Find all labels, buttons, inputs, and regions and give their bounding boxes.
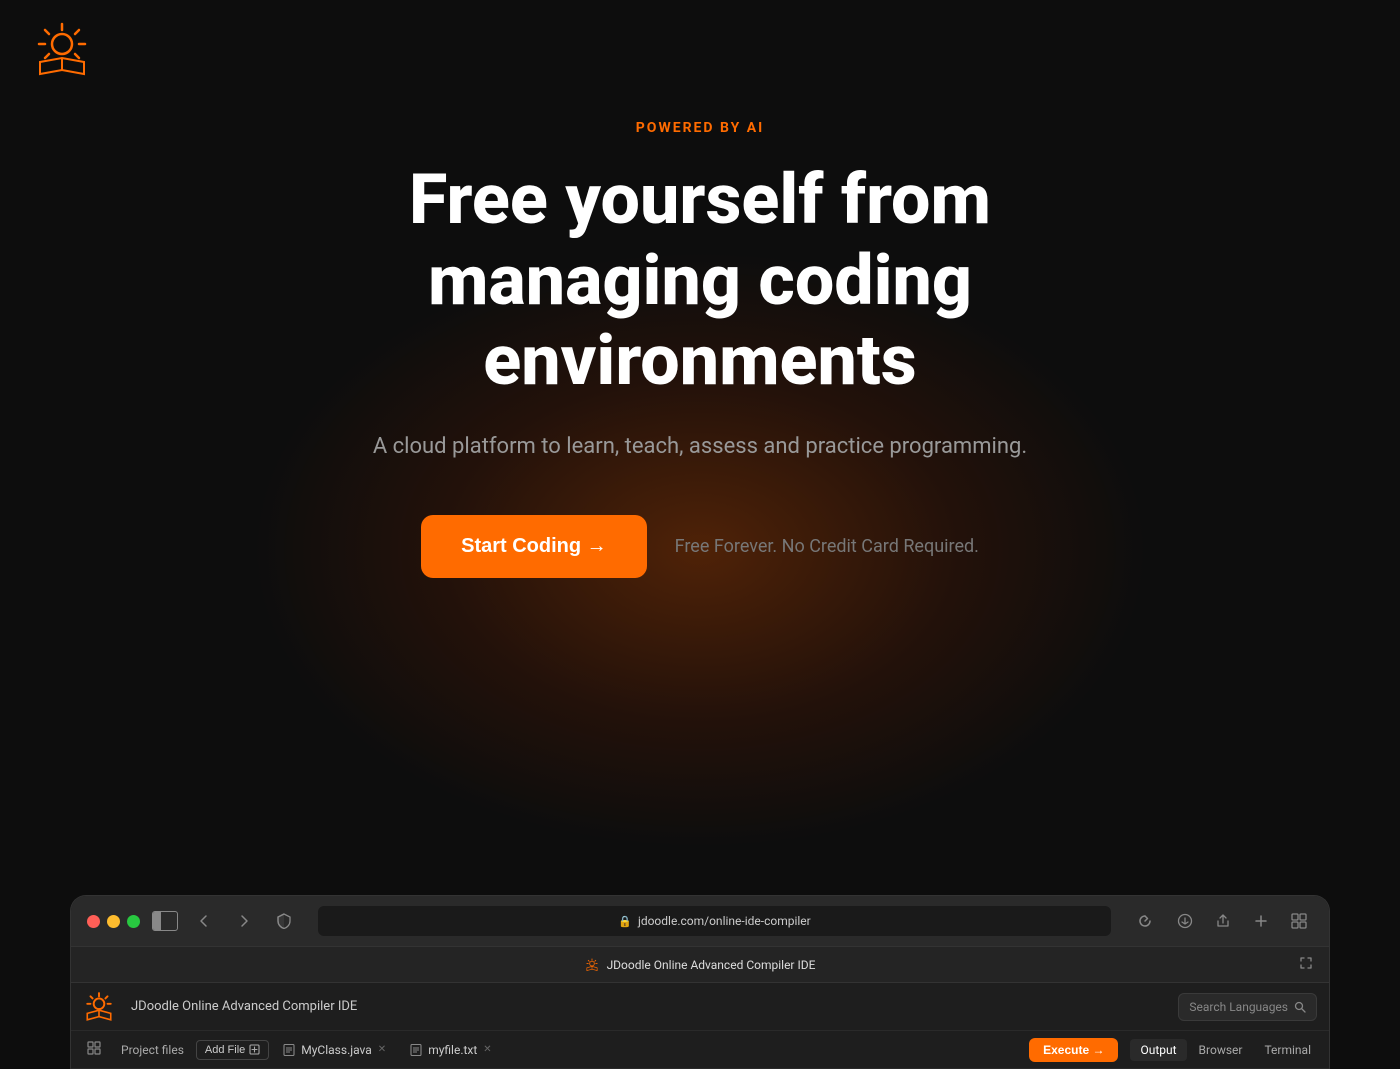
app-logo-small (83, 991, 115, 1023)
jdoodle-logo-icon (32, 20, 92, 80)
browser-tab-bar: JDoodle Online Advanced Compiler IDE (71, 947, 1329, 983)
sidebar-toggle-icon[interactable] (152, 911, 178, 931)
new-tab-icon[interactable] (1247, 907, 1275, 935)
free-forever-text: Free Forever. No Credit Card Required. (675, 536, 979, 557)
minimize-traffic-light[interactable] (107, 915, 120, 928)
layout-grid-icon[interactable] (79, 1037, 109, 1063)
hero-cta-row: Start Coding → Free Forever. No Credit C… (421, 515, 979, 578)
search-languages-input[interactable]: Search Languages (1178, 993, 1317, 1021)
output-tab-terminal[interactable]: Terminal (1254, 1039, 1321, 1061)
lock-icon: 🔒 (618, 915, 632, 928)
powered-by-label: POWERED BY AI (636, 120, 764, 136)
traffic-lights (87, 915, 140, 928)
start-coding-button[interactable]: Start Coding → (421, 515, 647, 578)
file-tab-myclassjava[interactable]: MyClass.java ✕ (273, 1039, 396, 1061)
browser-chrome-bar: 🔒 jdoodle.com/online-ide-compiler (71, 896, 1329, 947)
download-icon[interactable] (1171, 907, 1199, 935)
java-file-name: MyClass.java (301, 1043, 372, 1057)
file-tab-myfiletxt[interactable]: myfile.txt ✕ (400, 1039, 502, 1061)
logo-container (32, 20, 92, 80)
close-traffic-light[interactable] (87, 915, 100, 928)
back-button[interactable] (190, 907, 218, 935)
security-icon (270, 907, 298, 935)
hero-title: Free yourself from managing coding envir… (250, 160, 1150, 402)
expand-tab-icon[interactable] (1299, 956, 1313, 974)
execute-button[interactable]: Execute → (1029, 1038, 1118, 1062)
add-file-label: Add File (205, 1044, 245, 1056)
app-toolbar: JDoodle Online Advanced Compiler IDE Sea… (71, 983, 1329, 1031)
search-icon (1294, 1001, 1306, 1013)
url-bar[interactable]: 🔒 jdoodle.com/online-ide-compiler (318, 906, 1111, 936)
browser-tab-label: JDoodle Online Advanced Compiler IDE (607, 958, 816, 972)
browser-actions (1171, 907, 1313, 935)
add-file-icon (249, 1044, 260, 1055)
java-file-icon (283, 1044, 295, 1056)
reload-button[interactable] (1131, 907, 1159, 935)
navbar (0, 0, 1400, 100)
browser-active-tab[interactable]: JDoodle Online Advanced Compiler IDE (585, 958, 816, 972)
url-text: jdoodle.com/online-ide-compiler (638, 914, 811, 928)
share-icon[interactable] (1209, 907, 1237, 935)
output-tab-browser[interactable]: Browser (1189, 1039, 1253, 1061)
browser-mockup: 🔒 jdoodle.com/online-ide-compiler (70, 895, 1330, 1069)
search-languages-placeholder: Search Languages (1189, 1000, 1288, 1014)
file-tabs-bar: Project files Add File MyClass.java ✕ (71, 1031, 1329, 1069)
output-tab-output[interactable]: Output (1130, 1039, 1186, 1061)
close-txt-tab[interactable]: ✕ (483, 1044, 491, 1055)
tabs-overview-icon[interactable] (1285, 907, 1313, 935)
txt-file-icon (410, 1044, 422, 1056)
hero-title-line2: environments (483, 320, 916, 402)
add-file-button[interactable]: Add File (196, 1040, 269, 1060)
fullscreen-traffic-light[interactable] (127, 915, 140, 928)
txt-file-name: myfile.txt (428, 1043, 477, 1057)
hero-title-line1: Free yourself from managing coding (409, 159, 991, 322)
hero-subtitle: A cloud platform to learn, teach, assess… (373, 434, 1027, 459)
output-tabs: Output Browser Terminal (1130, 1039, 1321, 1061)
app-title-label: JDoodle Online Advanced Compiler IDE (131, 999, 357, 1014)
project-files-text: Project files (121, 1043, 184, 1057)
close-java-tab[interactable]: ✕ (378, 1044, 386, 1055)
project-files-label: Project files (113, 1039, 192, 1061)
forward-button[interactable] (230, 907, 258, 935)
